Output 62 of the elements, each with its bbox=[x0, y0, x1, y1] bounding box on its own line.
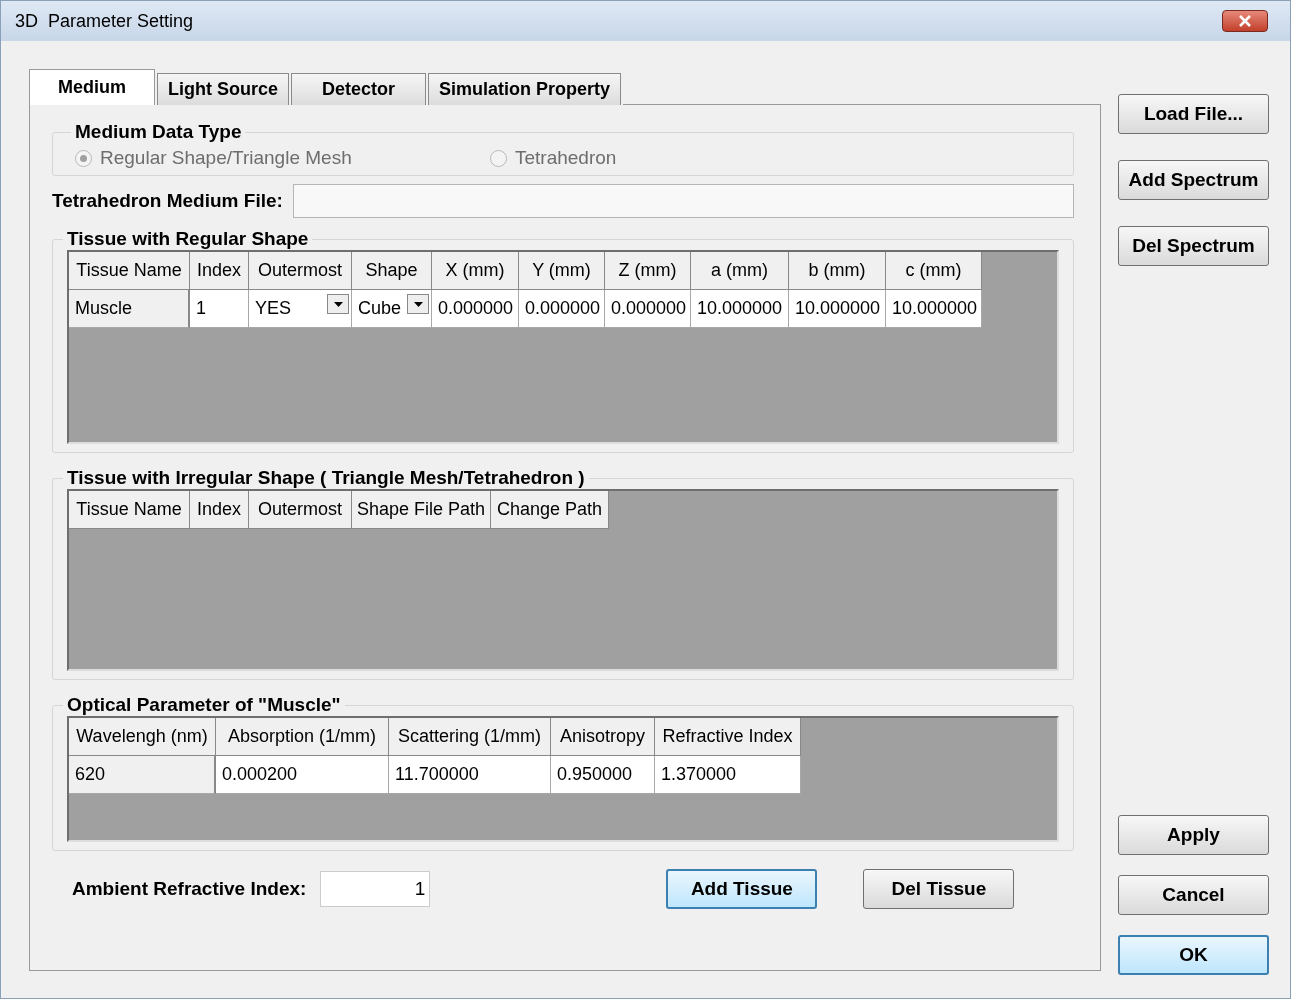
radio-label: Tetrahedron bbox=[515, 147, 617, 169]
side-button[interactable]: OK bbox=[1118, 935, 1269, 975]
column-header: c (mm) bbox=[886, 252, 982, 290]
field-label: Tetrahedron Medium File: bbox=[52, 190, 283, 212]
column-header: Refractive Index bbox=[655, 718, 801, 756]
side-button[interactable]: Add Spectrum bbox=[1118, 160, 1269, 200]
column-header: Tissue Name bbox=[69, 252, 190, 290]
table-cell: 0.000000 bbox=[605, 290, 691, 328]
table-cell: 0.000000 bbox=[432, 290, 519, 328]
column-header: Shape bbox=[352, 252, 432, 290]
close-icon bbox=[1238, 15, 1252, 27]
column-header: Wavelengh (nm) bbox=[69, 718, 216, 756]
column-header: Z (mm) bbox=[605, 252, 691, 290]
caret-icon bbox=[333, 301, 343, 307]
column-header: Index bbox=[190, 252, 249, 290]
column-header: Absorption (1/mm) bbox=[216, 718, 389, 756]
side-button[interactable]: Cancel bbox=[1118, 875, 1269, 915]
caret-icon bbox=[413, 301, 423, 307]
column-header: Tissue Name bbox=[69, 491, 190, 529]
side-button[interactable]: Apply bbox=[1118, 815, 1269, 855]
table-cell: Muscle bbox=[69, 290, 190, 328]
tab[interactable]: Simulation Property bbox=[428, 73, 622, 105]
window-title: 3D Parameter Setting bbox=[15, 10, 194, 32]
ambient-index-field[interactable]: 1 bbox=[320, 871, 431, 907]
group-title: Tissue with Regular Shape bbox=[66, 228, 310, 250]
table-cell: 0.000000 bbox=[519, 290, 605, 328]
column-header: Index bbox=[190, 491, 249, 529]
group-title: Medium Data Type bbox=[74, 121, 243, 143]
table-cell: 0.000200 bbox=[216, 756, 389, 794]
column-header: Shape File Path bbox=[352, 491, 491, 529]
dialog-button[interactable]: Add Tissue bbox=[666, 869, 818, 909]
dropdown-cell[interactable]: Cube bbox=[352, 290, 432, 328]
group-title: Optical Parameter of "Muscle" bbox=[66, 694, 342, 716]
table-cell: 620 bbox=[69, 756, 216, 794]
side-button[interactable]: Load File... bbox=[1118, 94, 1269, 134]
column-header: Outermost bbox=[249, 491, 352, 529]
column-header: X (mm) bbox=[432, 252, 519, 290]
table-cell: 1.370000 bbox=[655, 756, 801, 794]
table-cell: 10.000000 bbox=[691, 290, 789, 328]
table-cell: 0.950000 bbox=[551, 756, 655, 794]
column-header: Scattering (1/mm) bbox=[389, 718, 551, 756]
close-button[interactable] bbox=[1222, 10, 1268, 32]
column-header: Anisotropy bbox=[551, 718, 655, 756]
tab[interactable]: Detector bbox=[291, 73, 427, 105]
column-header: Outermost bbox=[249, 252, 352, 290]
table-cell: 10.000000 bbox=[789, 290, 886, 328]
column-header: a (mm) bbox=[691, 252, 789, 290]
tab[interactable]: Medium bbox=[29, 69, 155, 105]
dropdown-cell[interactable]: YES bbox=[249, 290, 352, 328]
file-path-field[interactable] bbox=[292, 184, 1074, 218]
group-title: Tissue with Irregular Shape ( Triangle Mesh/Tetrahedron ) bbox=[66, 467, 586, 489]
field-label: Ambient Refractive Index: bbox=[72, 878, 307, 900]
radio-label: Regular Shape/Triangle Mesh bbox=[100, 147, 352, 169]
column-header: Y (mm) bbox=[519, 252, 605, 290]
tab[interactable]: Light Source bbox=[157, 73, 290, 105]
table-cell: 1 bbox=[190, 290, 249, 328]
side-button[interactable]: Del Spectrum bbox=[1118, 226, 1269, 266]
column-header: Change Path bbox=[491, 491, 609, 529]
table-cell: 11.700000 bbox=[389, 756, 551, 794]
dialog-button[interactable]: Del Tissue bbox=[863, 869, 1015, 909]
column-header: b (mm) bbox=[789, 252, 886, 290]
table-cell: 10.000000 bbox=[886, 290, 982, 328]
